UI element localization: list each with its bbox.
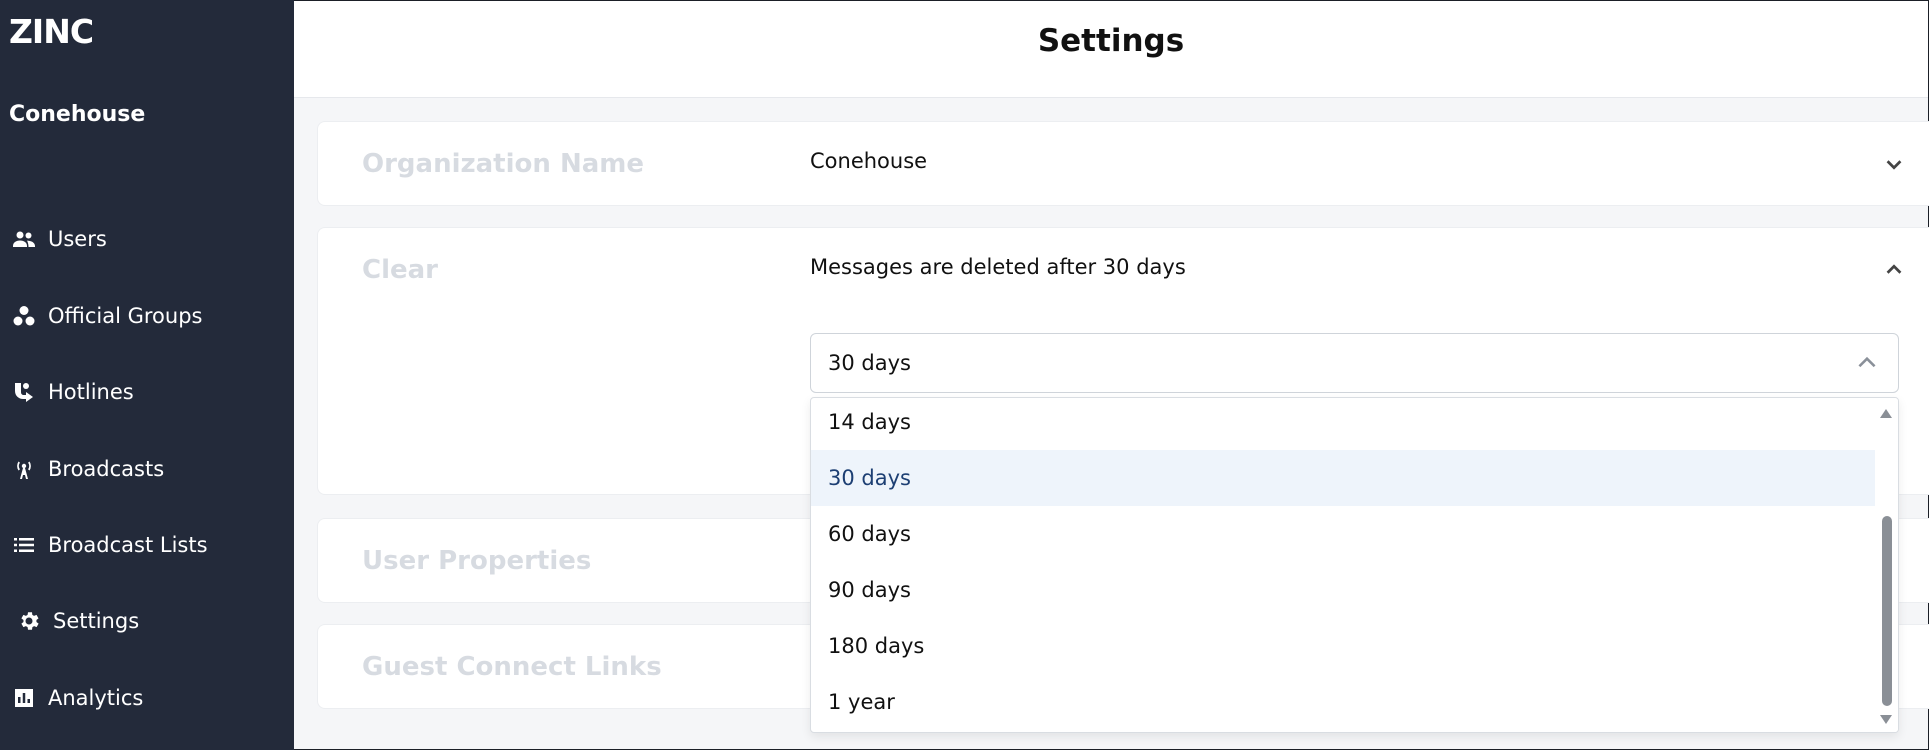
sidebar-item-broadcast-lists[interactable]: Broadcast Lists — [10, 525, 208, 565]
clear-value: Messages are deleted after 30 days — [810, 255, 1186, 279]
option-90-days[interactable]: 90 days — [811, 562, 1875, 618]
chevron-down-icon[interactable] — [1883, 153, 1905, 175]
org-name-value: Conehouse — [810, 149, 928, 173]
scroll-down-arrow-icon[interactable] — [1880, 715, 1892, 724]
sidebar-item-label: Settings — [53, 609, 140, 633]
clear-label: Clear — [362, 255, 438, 285]
retention-dropdown: 14 days 30 days 60 days 90 days 180 days… — [810, 397, 1899, 733]
sidebar-item-users[interactable]: Users — [10, 219, 107, 259]
option-1-year[interactable]: 1 year — [811, 674, 1875, 730]
sidebar: ZINC Conehouse Users Official Groups Hot… — [0, 0, 294, 750]
org-name-label: Organization Name — [362, 149, 644, 179]
guest-links-label: Guest Connect Links — [362, 652, 662, 682]
sidebar-item-label: Users — [48, 227, 107, 251]
chevron-up-icon[interactable] — [1883, 259, 1905, 281]
sidebar-item-settings[interactable]: Settings — [15, 601, 139, 641]
sidebar-item-broadcasts[interactable]: Broadcasts — [10, 449, 164, 489]
scroll-thumb[interactable] — [1882, 516, 1892, 706]
chevron-up-icon — [1854, 350, 1880, 376]
org-name-card[interactable]: Organization Name Conehouse — [317, 121, 1929, 206]
groups-icon — [10, 302, 38, 330]
hotline-icon — [10, 378, 38, 406]
users-icon — [10, 225, 38, 253]
sidebar-item-hotlines[interactable]: Hotlines — [10, 372, 134, 412]
option-60-days[interactable]: 60 days — [811, 506, 1875, 562]
user-properties-label: User Properties — [362, 546, 592, 576]
sidebar-item-official-groups[interactable]: Official Groups — [10, 296, 202, 336]
retention-select[interactable]: 30 days — [810, 333, 1899, 393]
list-icon — [10, 531, 38, 559]
option-14-days[interactable]: 14 days — [811, 398, 1875, 450]
sidebar-item-label: Broadcast Lists — [48, 533, 208, 557]
dropdown-scrollbar[interactable] — [1876, 398, 1898, 732]
broadcast-icon — [10, 455, 38, 483]
scroll-up-arrow-icon[interactable] — [1880, 409, 1892, 418]
sidebar-item-label: Analytics — [48, 686, 144, 710]
option-30-days[interactable]: 30 days — [811, 450, 1875, 506]
sidebar-item-analytics[interactable]: Analytics — [10, 678, 143, 718]
analytics-icon — [10, 684, 38, 712]
sidebar-item-label: Broadcasts — [48, 457, 165, 481]
page-header: Settings — [294, 1, 1928, 98]
sidebar-item-label: Hotlines — [48, 380, 134, 404]
app-logo: ZINC — [9, 12, 94, 51]
gear-icon — [15, 607, 43, 635]
retention-select-value: 30 days — [828, 351, 911, 375]
page-title: Settings — [1037, 23, 1185, 59]
sidebar-item-label: Official Groups — [48, 304, 203, 328]
organization-name: Conehouse — [9, 102, 146, 127]
option-180-days[interactable]: 180 days — [811, 618, 1875, 674]
